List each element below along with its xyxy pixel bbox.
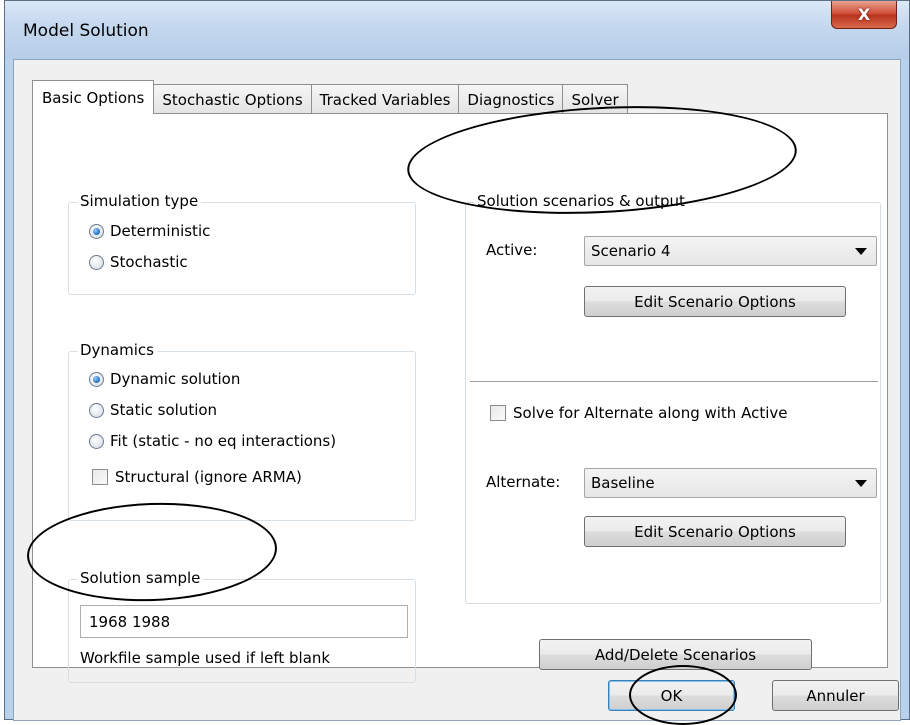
edit-scenario-options-button-2[interactable]: Edit Scenario Options: [584, 516, 846, 547]
radio-stochastic[interactable]: Stochastic: [89, 253, 188, 271]
active-label: Active:: [486, 241, 538, 259]
radio-deterministic[interactable]: Deterministic: [89, 222, 210, 240]
tab-tracked-variables[interactable]: Tracked Variables: [310, 84, 460, 114]
radio-selected-icon[interactable]: [89, 371, 104, 387]
dynamics-group: Dynamics Dynamic solution Static solutio…: [68, 341, 416, 521]
basic-options-panel: Simulation type Deterministic Stochastic…: [32, 113, 888, 683]
title-bar[interactable]: Model Solution X: [5, 1, 909, 59]
radio-fit-label: Fit (static - no eq interactions): [110, 432, 337, 450]
checkbox-icon[interactable]: [92, 469, 108, 485]
ok-button[interactable]: OK: [608, 680, 735, 711]
active-scenario-value: Scenario 4: [591, 242, 671, 260]
scenarios-group: Solution scenarios & output Active: Scen…: [465, 192, 881, 604]
radio-static-solution[interactable]: Static solution: [89, 401, 217, 419]
solve-alternate-label: Solve for Alternate along with Active: [513, 404, 788, 422]
radio-fit[interactable]: Fit (static - no eq interactions): [89, 432, 336, 450]
alternate-scenario-dropdown[interactable]: Baseline: [584, 468, 877, 498]
active-scenario-dropdown[interactable]: Scenario 4: [584, 236, 877, 266]
cancel-button[interactable]: Annuler: [772, 680, 899, 711]
radio-unselected-icon[interactable]: [89, 402, 104, 418]
simulation-type-title: Simulation type: [77, 192, 202, 210]
structural-label: Structural (ignore ARMA): [115, 468, 302, 486]
add-delete-scenarios-button[interactable]: Add/Delete Scenarios: [539, 639, 812, 670]
radio-dynamic-solution[interactable]: Dynamic solution: [89, 370, 240, 388]
solution-sample-title: Solution sample: [77, 569, 204, 587]
window-title: Model Solution: [23, 21, 149, 41]
chevron-down-icon[interactable]: [855, 248, 867, 255]
tab-solver[interactable]: Solver: [562, 84, 628, 114]
solution-sample-hint: Workfile sample used if left blank: [80, 649, 331, 667]
tab-diagnostics[interactable]: Diagnostics: [458, 84, 564, 114]
tab-basic-options[interactable]: Basic Options: [32, 80, 155, 114]
scenarios-title: Solution scenarios & output: [474, 192, 688, 210]
radio-selected-icon[interactable]: [89, 223, 104, 239]
dynamics-title: Dynamics: [77, 341, 157, 359]
solve-alternate-checkbox[interactable]: Solve for Alternate along with Active: [490, 404, 787, 422]
chevron-down-icon[interactable]: [855, 480, 867, 487]
radio-static-solution-label: Static solution: [110, 401, 218, 419]
radio-dynamic-solution-label: Dynamic solution: [110, 370, 241, 388]
checkbox-icon[interactable]: [490, 405, 506, 421]
alternate-label: Alternate:: [486, 473, 561, 491]
tab-strip: Basic Options Stochastic Options Tracked…: [32, 80, 628, 114]
structural-checkbox[interactable]: Structural (ignore ARMA): [92, 468, 302, 486]
dialog-client: Basic Options Stochastic Options Tracked…: [13, 59, 901, 721]
radio-stochastic-label: Stochastic: [110, 253, 188, 271]
close-icon: X: [857, 5, 871, 24]
simulation-type-group: Simulation type Deterministic Stochastic: [68, 192, 416, 295]
radio-unselected-icon[interactable]: [89, 433, 104, 449]
section-divider: [470, 381, 878, 383]
radio-deterministic-label: Deterministic: [110, 222, 211, 240]
radio-unselected-icon[interactable]: [89, 254, 104, 270]
solution-sample-group: Solution sample 1968 1988 Workfile sampl…: [68, 569, 416, 683]
solution-sample-input[interactable]: 1968 1988: [80, 605, 408, 638]
edit-scenario-options-button[interactable]: Edit Scenario Options: [584, 286, 846, 317]
model-solution-window: Model Solution X Basic Options Stochasti…: [4, 0, 910, 725]
tab-stochastic-options[interactable]: Stochastic Options: [153, 84, 312, 114]
close-button[interactable]: X: [831, 1, 897, 29]
alternate-scenario-value: Baseline: [591, 474, 655, 492]
